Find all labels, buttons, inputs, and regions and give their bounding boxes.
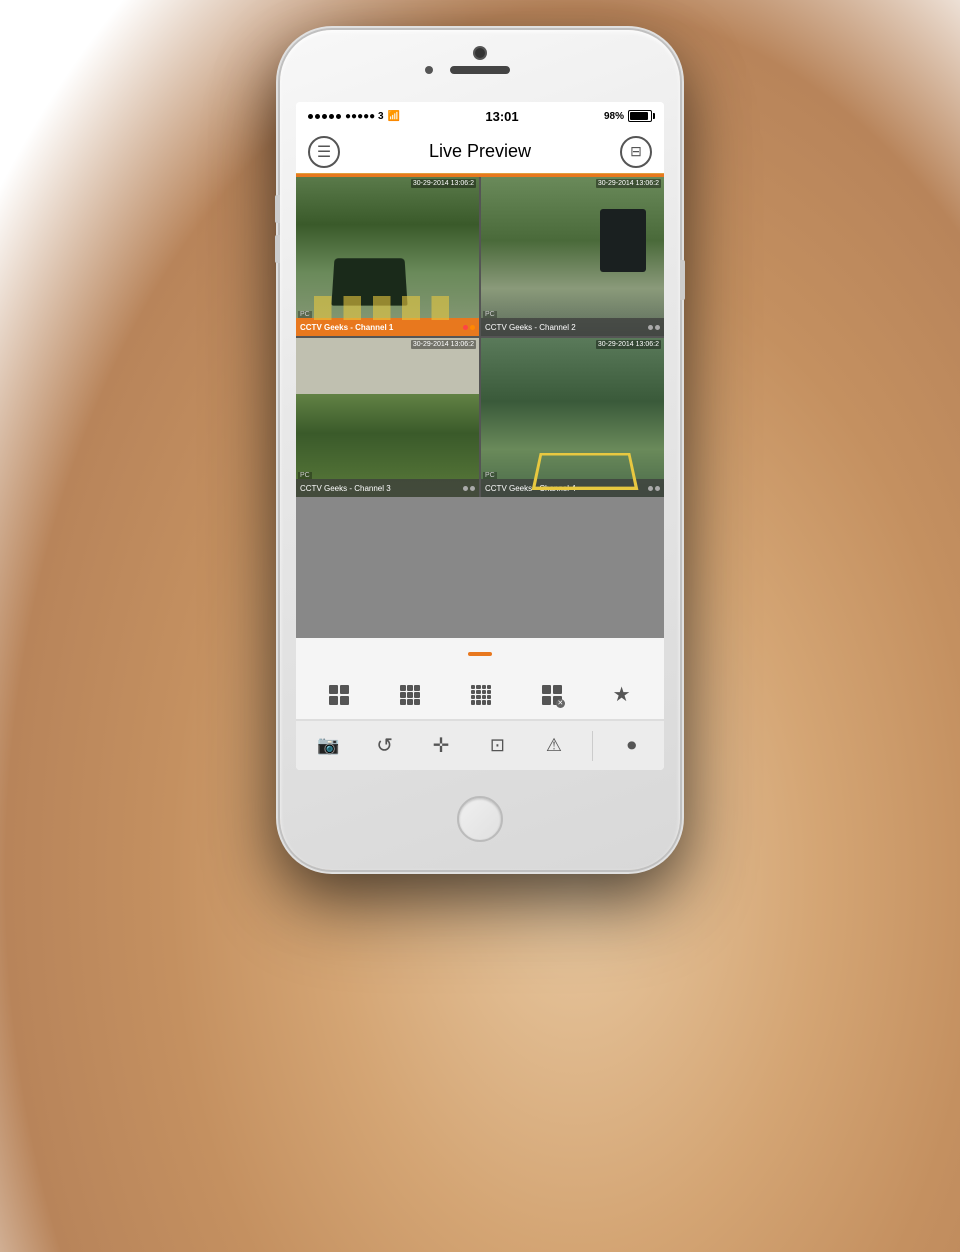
navigation-bar: ☰ Live Preview ⊟ bbox=[296, 130, 664, 174]
signal-dot-4 bbox=[329, 114, 334, 119]
record-icon: ⏺ bbox=[627, 735, 636, 756]
wifi-icon: 📶 bbox=[388, 111, 400, 122]
camera-grid-container: 30-29-2014 13:06:2 PC CCTV Geeks - Chann… bbox=[296, 177, 664, 638]
record-button[interactable]: ⏺ bbox=[614, 728, 650, 764]
controls-divider bbox=[592, 731, 593, 761]
close-grid-button[interactable] bbox=[538, 681, 566, 709]
scene: ●●●●● 3 📶 13:01 98% bbox=[0, 0, 960, 1252]
cam3-status-dots bbox=[463, 486, 475, 491]
status-right: 98% bbox=[604, 110, 652, 122]
cam4-status-dots bbox=[648, 486, 660, 491]
grid-2x2-icon bbox=[329, 685, 349, 705]
cam1-label-text: CCTV Geeks - Channel 1 bbox=[300, 323, 393, 332]
display-icon: ⊡ bbox=[490, 735, 505, 756]
cam4-dot-2 bbox=[655, 486, 660, 491]
battery-percent: 98% bbox=[604, 111, 624, 122]
ptz-button[interactable]: ✛ bbox=[423, 728, 459, 764]
scroll-indicator-area bbox=[296, 638, 664, 670]
cam1-timestamp: 30-29-2014 13:06:2 bbox=[411, 179, 476, 188]
grid-4x4-icon bbox=[471, 685, 491, 705]
camera-cell-2[interactable]: 30-29-2014 13:06:2 PC CCTV Geeks - Chann… bbox=[481, 177, 664, 336]
cam3-label-text: CCTV Geeks - Channel 3 bbox=[300, 484, 391, 493]
status-bar: ●●●●● 3 📶 13:01 98% bbox=[296, 102, 664, 130]
grid-4x4-button[interactable] bbox=[467, 681, 495, 709]
scroll-indicator bbox=[468, 652, 492, 656]
cam2-status-dots bbox=[648, 325, 660, 330]
battery-indicator bbox=[628, 110, 652, 122]
status-left: ●●●●● 3 📶 bbox=[308, 111, 400, 122]
playback-button[interactable]: ↺ bbox=[367, 728, 403, 764]
battery-fill bbox=[630, 112, 648, 120]
cam4-dot-1 bbox=[648, 486, 653, 491]
carrier-number: ●●●●● 3 bbox=[345, 111, 384, 122]
list-icon: ⊟ bbox=[630, 143, 642, 160]
phone-body: ●●●●● 3 📶 13:01 98% bbox=[280, 30, 680, 870]
playback-icon: ↺ bbox=[376, 733, 393, 758]
display-button[interactable]: ⊡ bbox=[479, 728, 515, 764]
cam2-timestamp: 30-29-2014 13:06:2 bbox=[596, 179, 661, 188]
bottom-controls-bar: 📷 ↺ ✛ ⊡ ⚠ bbox=[296, 720, 664, 770]
cam2-label-bar: CCTV Geeks - Channel 2 bbox=[481, 318, 664, 336]
home-button[interactable] bbox=[457, 796, 503, 842]
phone-camera-top bbox=[475, 48, 485, 58]
close-grid-icon bbox=[542, 685, 562, 705]
phone-speaker bbox=[450, 66, 510, 74]
phone-proximity-sensor bbox=[425, 66, 433, 74]
cam4-pc-label: PC bbox=[483, 472, 497, 479]
phone-screen: ●●●●● 3 📶 13:01 98% bbox=[296, 102, 664, 770]
power-button[interactable] bbox=[680, 260, 685, 300]
volume-up-button[interactable] bbox=[275, 195, 280, 223]
cam3-label-bar: CCTV Geeks - Channel 3 bbox=[296, 479, 479, 497]
cam1-dot-2 bbox=[470, 325, 475, 330]
cam4-label-text: CCTV Geeks - Channel 4 bbox=[485, 484, 576, 493]
cam1-pc-label: PC bbox=[298, 311, 312, 318]
star-icon: ★ bbox=[613, 685, 631, 705]
phone-device: ●●●●● 3 📶 13:01 98% bbox=[280, 30, 680, 870]
grid-2x2-button[interactable] bbox=[325, 681, 353, 709]
camera-grid: 30-29-2014 13:06:2 PC CCTV Geeks - Chann… bbox=[296, 177, 664, 497]
cam1-dot-1 bbox=[463, 325, 468, 330]
signal-dot-2 bbox=[315, 114, 320, 119]
grid-controls-bar: ★ bbox=[296, 670, 664, 720]
camera-cell-3[interactable]: 30-29-2014 13:06:2 PC CCTV Geeks - Chann… bbox=[296, 338, 479, 497]
hamburger-icon: ☰ bbox=[317, 142, 331, 162]
ptz-icon: ✛ bbox=[433, 733, 450, 758]
cam1-status-dots bbox=[463, 325, 475, 330]
page-title: Live Preview bbox=[429, 141, 531, 162]
cam2-label-text: CCTV Geeks - Channel 2 bbox=[485, 323, 576, 332]
camera-icon: 📷 bbox=[317, 735, 339, 756]
favorites-button[interactable]: ★ bbox=[609, 681, 635, 709]
cam3-pc-label: PC bbox=[298, 472, 312, 479]
menu-button[interactable]: ☰ bbox=[308, 136, 340, 168]
cam3-timestamp: 30-29-2014 13:06:2 bbox=[411, 340, 476, 349]
cam2-dot-1 bbox=[648, 325, 653, 330]
cam3-dot-1 bbox=[463, 486, 468, 491]
cam1-label-bar: CCTV Geeks - Channel 1 bbox=[296, 318, 479, 336]
camera-cell-4[interactable]: 30-29-2014 13:06:2 PC CCTV Geeks - Chann… bbox=[481, 338, 664, 497]
grid-3x3-icon bbox=[400, 685, 420, 705]
list-view-button[interactable]: ⊟ bbox=[620, 136, 652, 168]
cam2-dot-2 bbox=[655, 325, 660, 330]
camera-cell-1[interactable]: 30-29-2014 13:06:2 PC CCTV Geeks - Chann… bbox=[296, 177, 479, 336]
alarm-icon: ⚠ bbox=[546, 735, 562, 756]
signal-strength bbox=[308, 114, 341, 119]
signal-dot-5 bbox=[336, 114, 341, 119]
volume-down-button[interactable] bbox=[275, 235, 280, 263]
cam4-timestamp: 30-29-2014 13:06:2 bbox=[596, 340, 661, 349]
signal-dot-1 bbox=[308, 114, 313, 119]
cam4-label-bar: CCTV Geeks - Channel 4 bbox=[481, 479, 664, 497]
snapshot-button[interactable]: 📷 bbox=[310, 728, 346, 764]
alarm-button[interactable]: ⚠ bbox=[536, 728, 572, 764]
status-time: 13:01 bbox=[485, 109, 518, 124]
cam3-dot-2 bbox=[470, 486, 475, 491]
cam2-pc-label: PC bbox=[483, 311, 497, 318]
signal-dot-3 bbox=[322, 114, 327, 119]
grid-3x3-button[interactable] bbox=[396, 681, 424, 709]
